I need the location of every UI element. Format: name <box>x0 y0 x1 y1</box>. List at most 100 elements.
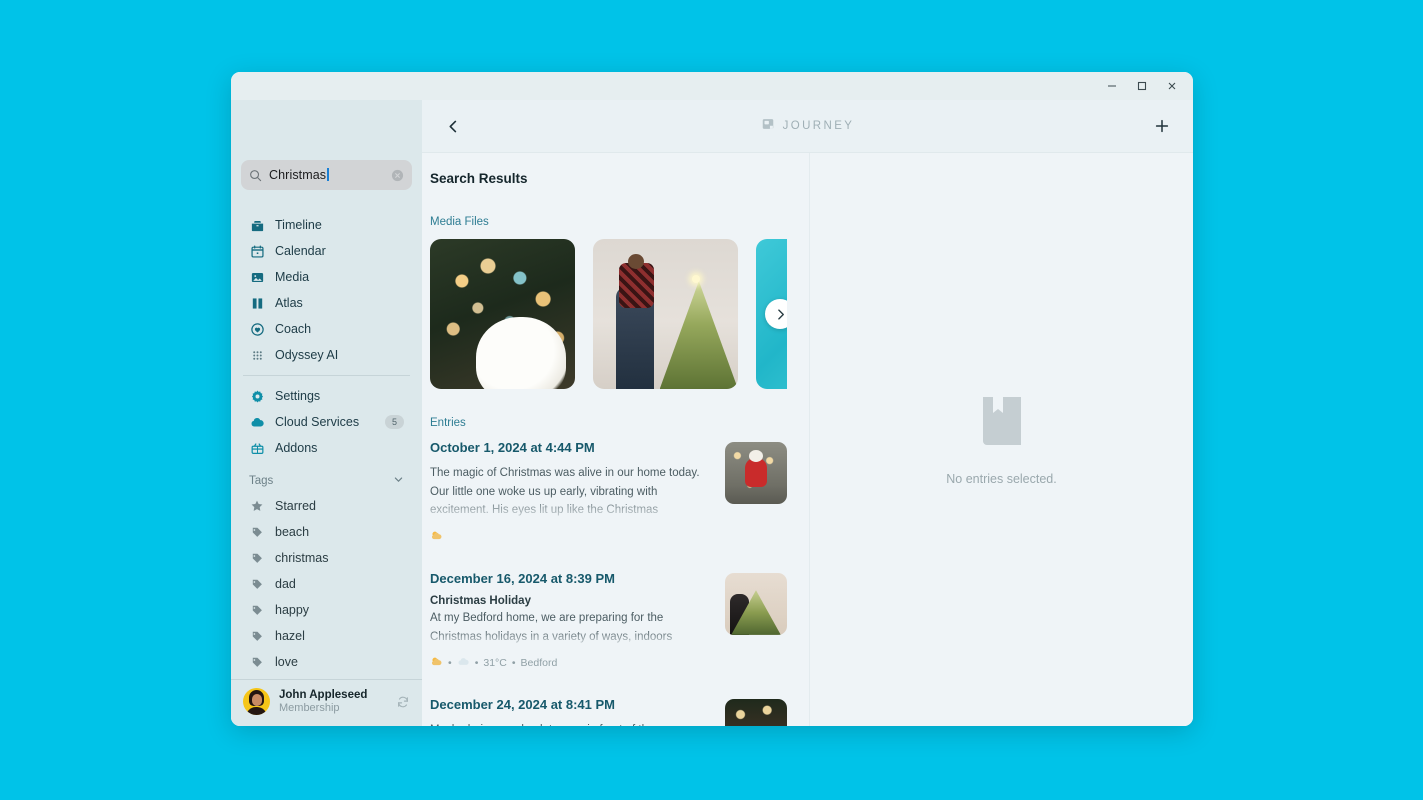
sidebar-tag-happy[interactable]: happy <box>241 597 412 623</box>
tag-icon <box>249 550 265 566</box>
entry-list-item[interactable]: December 24, 2024 at 8:41 PM Mocha being… <box>430 697 787 726</box>
sidebar-item-settings[interactable]: Settings <box>241 383 412 409</box>
user-profile[interactable]: John Appleseed Membership <box>231 678 422 726</box>
titlebar <box>231 72 1193 100</box>
cloud-icon <box>457 655 470 671</box>
tags-header[interactable]: Tags <box>241 469 412 493</box>
add-entry-button[interactable] <box>1149 113 1175 139</box>
sidebar-item-label: Media <box>275 270 310 284</box>
sidebar-item-odyssey-ai[interactable]: Odyssey AI <box>241 342 412 368</box>
addons-icon <box>249 440 265 456</box>
figure <box>627 254 644 269</box>
search-results-pane: Search Results Media Files Entries Octob… <box>422 153 810 726</box>
media-thumbnail[interactable] <box>430 239 575 389</box>
avatar-face <box>251 694 262 707</box>
entry-temperature: 31°C <box>483 657 507 670</box>
tag-icon <box>249 628 265 644</box>
brand: JOURNEY <box>466 117 1149 136</box>
media-thumbnail[interactable] <box>593 239 738 389</box>
sidebar-item-atlas[interactable]: Atlas <box>241 290 412 316</box>
sidebar-item-label: Timeline <box>275 218 322 232</box>
meta-separator: • <box>511 657 516 670</box>
entry-thumbnail[interactable] <box>725 699 787 726</box>
content-panes: Search Results Media Files Entries Octob… <box>422 153 1193 726</box>
chevron-down-icon[interactable] <box>393 474 404 488</box>
cloud-sun-icon <box>430 529 443 545</box>
sidebar-item-label: Addons <box>275 441 318 455</box>
entry-content: December 16, 2024 at 8:39 PM Christmas H… <box>430 571 713 671</box>
tag-icon <box>249 654 265 670</box>
entry-content: December 24, 2024 at 8:41 PM Mocha being… <box>430 697 713 726</box>
back-button[interactable] <box>440 113 466 139</box>
entry-meta: • • 31°C • Bedford <box>430 655 713 671</box>
main-area: JOURNEY Search Results Media Files Entri… <box>422 100 1193 726</box>
sidebar-tag-beach[interactable]: beach <box>241 519 412 545</box>
meta-separator: • <box>448 657 452 670</box>
entry-snippet: At my Bedford home, we are preparing for… <box>430 611 673 643</box>
figure <box>659 281 738 389</box>
search-value: Christmas <box>269 168 384 182</box>
sidebar-tag-christmas[interactable]: christmas <box>241 545 412 571</box>
sidebar-tag-dad[interactable]: dad <box>241 571 412 597</box>
media-image-dog <box>430 239 575 389</box>
brand-name: JOURNEY <box>782 120 855 132</box>
entry-date: December 24, 2024 at 8:41 PM <box>430 697 615 713</box>
sidebar-tag-love[interactable]: love <box>241 649 412 675</box>
search-results-inner: Search Results Media Files Entries Octob… <box>422 153 809 726</box>
star-icon <box>249 498 265 514</box>
entry-location: Bedford <box>520 657 558 670</box>
entry-date: October 1, 2024 at 4:44 PM <box>430 440 595 455</box>
sidebar-item-cloud-services[interactable]: Cloud Services 5 <box>241 409 412 435</box>
journey-logo-icon <box>761 117 775 136</box>
sidebar-item-media[interactable]: Media <box>241 264 412 290</box>
entry-list-item[interactable]: October 1, 2024 at 4:44 PM The magic of … <box>430 440 787 545</box>
sidebar-divider <box>243 375 410 376</box>
tag-icon <box>249 576 265 592</box>
app-window: Christmas Timeline Calendar Media Atlas … <box>231 72 1193 726</box>
clear-search-icon[interactable] <box>391 169 404 182</box>
page-title: Search Results <box>430 171 528 186</box>
maximize-button[interactable] <box>1127 73 1157 99</box>
media-icon <box>249 269 265 285</box>
entry-list-item[interactable]: December 16, 2024 at 8:39 PM Christmas H… <box>430 571 787 671</box>
entry-detail-pane: No entries selected. <box>810 153 1193 726</box>
timeline-icon <box>249 217 265 233</box>
entry-image <box>725 442 787 504</box>
close-button[interactable] <box>1157 73 1187 99</box>
entry-thumbnail[interactable] <box>725 572 787 635</box>
coach-icon <box>249 321 265 337</box>
empty-state-text: No entries selected. <box>946 472 1057 486</box>
cloud-sun-icon <box>430 655 443 671</box>
sidebar: Christmas Timeline Calendar Media Atlas … <box>231 100 422 726</box>
entry-thumbnail[interactable] <box>725 442 787 504</box>
sidebar-item-calendar[interactable]: Calendar <box>241 238 412 264</box>
media-next-button[interactable] <box>765 299 787 329</box>
search-input[interactable]: Christmas <box>241 160 412 190</box>
sidebar-item-coach[interactable]: Coach <box>241 316 412 342</box>
sync-icon[interactable] <box>396 695 410 709</box>
sidebar-item-timeline[interactable]: Timeline <box>241 212 412 238</box>
sidebar-item-label: Cloud Services <box>275 415 360 429</box>
sidebar-tag-hazel[interactable]: hazel <box>241 623 412 649</box>
entry-meta <box>430 529 713 545</box>
cloud-icon <box>249 414 265 430</box>
figure <box>619 263 654 308</box>
book-icon <box>979 393 1025 454</box>
tag-icon <box>249 524 265 540</box>
atlas-icon <box>249 295 265 311</box>
avatar-body <box>246 707 267 716</box>
entry-content: October 1, 2024 at 4:44 PM The magic of … <box>430 440 713 545</box>
media-image-tree <box>593 239 738 389</box>
entry-date: December 16, 2024 at 8:39 PM <box>430 570 615 586</box>
media-files-label: Media Files <box>430 216 489 228</box>
meta-separator: • <box>474 657 479 670</box>
minimize-button[interactable] <box>1097 73 1127 99</box>
sidebar-item-label: Coach <box>275 322 312 336</box>
entry-image <box>725 699 787 726</box>
gear-icon <box>249 388 265 404</box>
sidebar-tag-label: beach <box>275 525 310 539</box>
sidebar-item-addons[interactable]: Addons <box>241 435 412 461</box>
sidebar-tag-starred[interactable]: Starred <box>241 493 412 519</box>
tag-icon <box>249 602 265 618</box>
cloud-services-badge: 5 <box>384 415 404 429</box>
